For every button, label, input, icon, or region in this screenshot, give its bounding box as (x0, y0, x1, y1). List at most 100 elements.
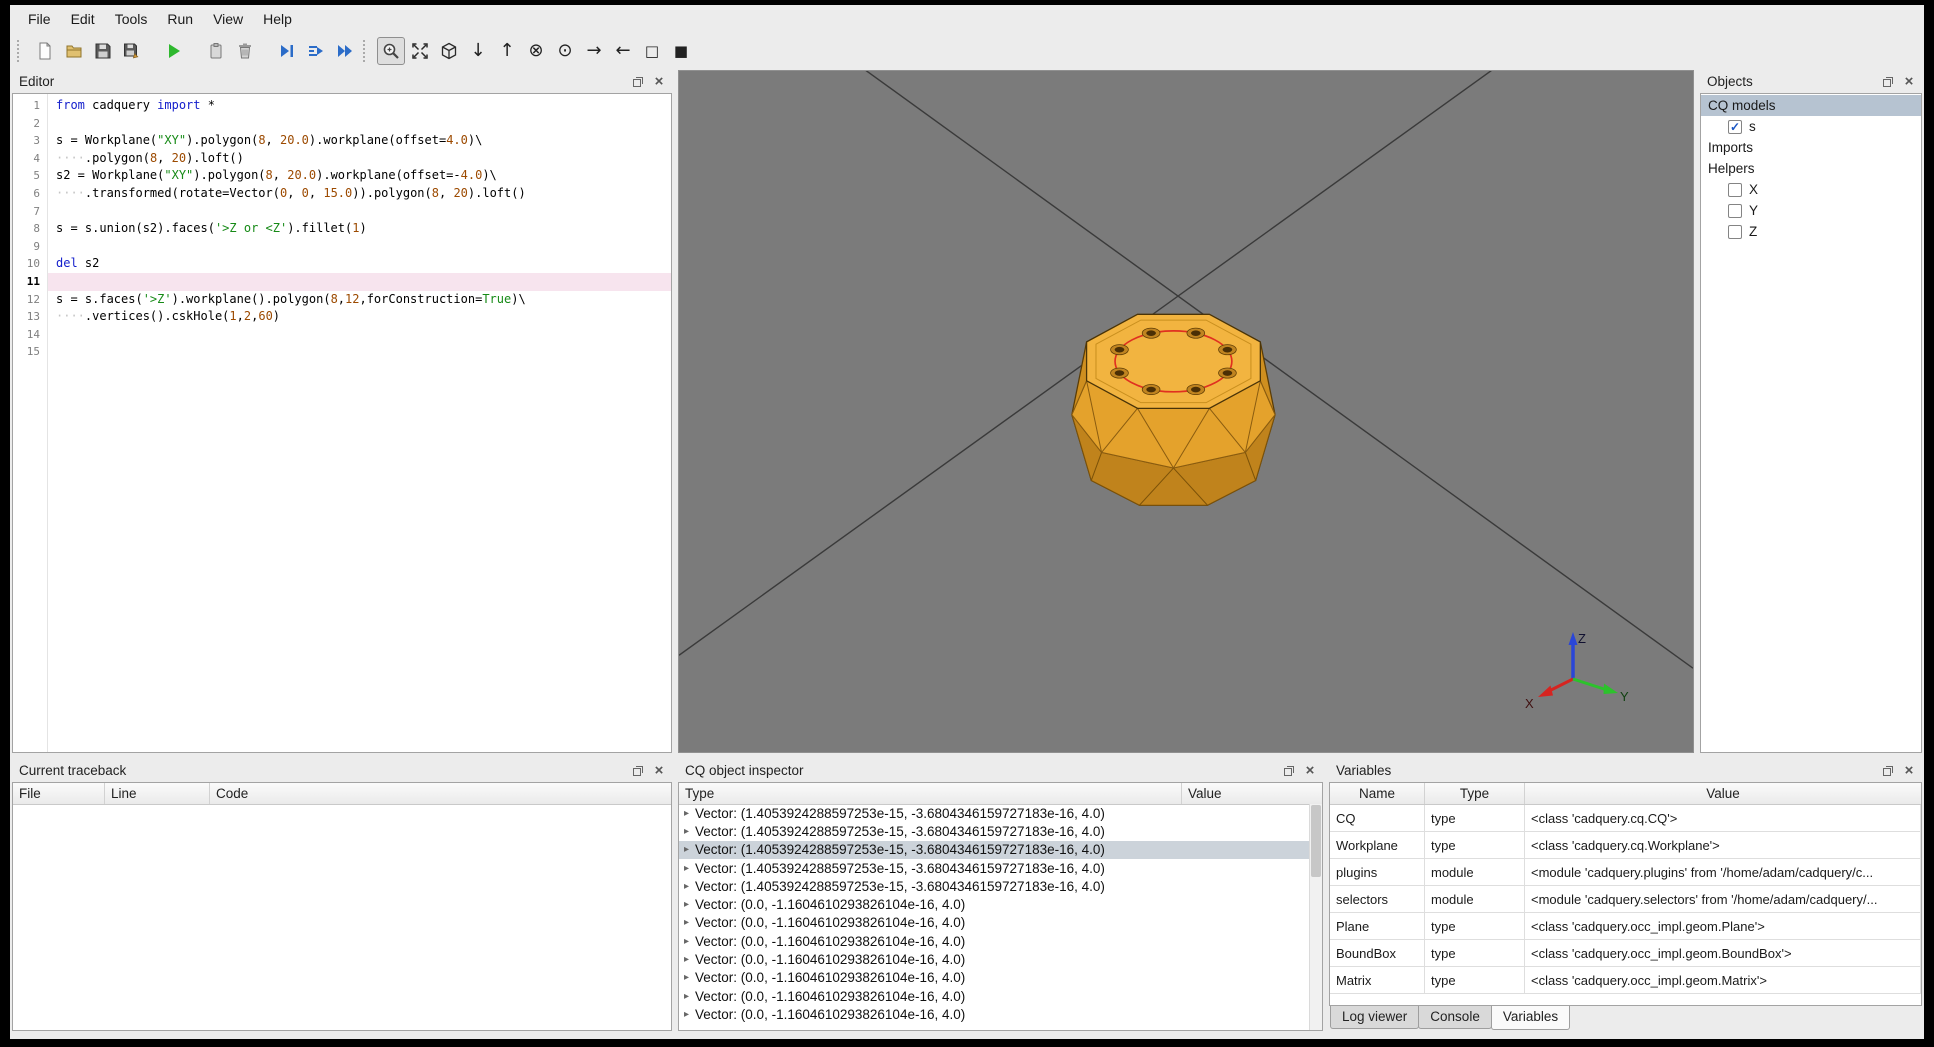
debug-step-over-button[interactable] (302, 37, 330, 65)
expand-arrow-icon[interactable]: ▸ (684, 936, 689, 947)
close-panel-icon[interactable]: × (1901, 74, 1917, 89)
tree-item-y[interactable]: Y (1701, 200, 1921, 221)
column-header-value[interactable]: Value (1525, 783, 1921, 804)
float-panel-icon[interactable] (1880, 763, 1896, 778)
close-panel-icon[interactable]: × (651, 74, 667, 89)
code-line[interactable]: s = Workplane("XY").polygon(8, 20.0).wor… (48, 132, 671, 150)
float-panel-icon[interactable] (1281, 763, 1297, 778)
tree-item-x[interactable]: X (1701, 179, 1921, 200)
expand-arrow-icon[interactable]: ▸ (684, 972, 689, 983)
column-header-file[interactable]: File (13, 783, 105, 804)
float-panel-icon[interactable] (630, 74, 646, 89)
scrollbar-track[interactable] (1309, 804, 1322, 1030)
code-line[interactable]: from cadquery import * (48, 97, 671, 115)
code-line[interactable] (48, 272, 671, 291)
run-button[interactable] (160, 37, 188, 65)
checkbox-checked[interactable]: ✓ (1728, 119, 1742, 134)
code-line[interactable] (48, 326, 671, 344)
inspector-row[interactable]: ▸ Vector: (1.4053924288597253e-15, -3.680… (679, 822, 1309, 840)
tree-item-helpers[interactable]: Helpers (1701, 158, 1921, 179)
code-line[interactable]: ····.polygon(8, 20).loft() (48, 150, 671, 168)
column-header-code[interactable]: Code (210, 783, 671, 804)
checkbox-unchecked[interactable] (1728, 224, 1742, 239)
code-line[interactable] (48, 203, 671, 221)
toolbar-drag-handle[interactable] (363, 40, 370, 62)
expand-arrow-icon[interactable]: ▸ (684, 917, 689, 928)
expand-arrow-icon[interactable]: ▸ (684, 881, 689, 892)
tree-item-z[interactable]: Z (1701, 221, 1921, 242)
iso-view-button[interactable] (435, 37, 463, 65)
arrow-right-view-button[interactable]: → (580, 37, 608, 65)
inspector-row[interactable]: ▸ Vector: (0.0, -1.1604610293826104e-16, … (679, 987, 1309, 1005)
tree-item-imports[interactable]: Imports (1701, 137, 1921, 158)
float-panel-icon[interactable] (1880, 74, 1896, 89)
code-area[interactable]: from cadquery import * s = Workplane("XY"… (48, 94, 671, 752)
tab-variables[interactable]: Variables (1490, 1006, 1571, 1030)
checkbox-unchecked[interactable] (1728, 182, 1742, 197)
circle-dot-view-button[interactable]: ⊙ (551, 37, 579, 65)
tab-console[interactable]: Console (1418, 1006, 1492, 1029)
fit-view-button[interactable] (406, 37, 434, 65)
menu-view[interactable]: View (203, 8, 253, 30)
tree-item-cq-models[interactable]: CQ models (1701, 95, 1921, 116)
variables-row[interactable]: Matrix type <class 'cadquery.occ_impl.geom… (1330, 967, 1921, 994)
inspector-row[interactable]: ▸ Vector: (1.4053924288597253e-15, -3.680… (679, 840, 1309, 859)
delete-button[interactable] (231, 37, 259, 65)
variables-row[interactable]: Plane type <class 'cadquery.occ_impl.geom.… (1330, 913, 1921, 940)
save-button[interactable] (89, 37, 117, 65)
checkbox-unchecked[interactable] (1728, 203, 1742, 218)
float-panel-icon[interactable] (630, 763, 646, 778)
code-line[interactable]: del s2 (48, 255, 671, 273)
variables-row[interactable]: BoundBox type <class 'cadquery.occ_impl.ge… (1330, 940, 1921, 967)
inspector-row[interactable]: ▸ Vector: (1.4053924288597253e-15, -3.680… (679, 859, 1309, 877)
code-line[interactable]: s = s.faces('>Z').workplane().polygon(8,… (48, 291, 671, 309)
menu-run[interactable]: Run (157, 8, 203, 30)
inspector-row[interactable]: ▸ Vector: (0.0, -1.1604610293826104e-16, … (679, 914, 1309, 932)
code-line[interactable]: s2 = Workplane("XY").polygon(8, 20.0).wo… (48, 167, 671, 185)
debug-continue-button[interactable] (331, 37, 359, 65)
code-line[interactable]: ····.vertices().cskHole(1,2,60) (48, 308, 671, 326)
arrow-down-view-button[interactable]: ↓ (464, 37, 492, 65)
variables-row[interactable]: selectors module <module 'cadquery.selecto… (1330, 886, 1921, 913)
cad-model[interactable] (1036, 275, 1316, 529)
column-header-value[interactable]: Value (1182, 783, 1322, 804)
variables-row[interactable]: CQ type <class 'cadquery.cq.CQ'> (1330, 805, 1921, 832)
expand-arrow-icon[interactable]: ▸ (684, 991, 689, 1002)
column-header-type[interactable]: Type (679, 783, 1182, 804)
code-line[interactable] (48, 343, 671, 361)
column-header-line[interactable]: Line (105, 783, 210, 804)
new-file-button[interactable] (31, 37, 59, 65)
variables-row[interactable]: plugins module <module 'cadquery.plugins' … (1330, 859, 1921, 886)
circle-cross-view-button[interactable]: ⊗ (522, 37, 550, 65)
column-header-type[interactable]: Type (1425, 783, 1525, 804)
save-as-button[interactable] (118, 37, 146, 65)
menu-tools[interactable]: Tools (105, 8, 158, 30)
menu-help[interactable]: Help (253, 8, 302, 30)
tab-log-viewer[interactable]: Log viewer (1330, 1006, 1420, 1029)
viewport-3d[interactable]: Z X Y (678, 70, 1694, 753)
expand-arrow-icon[interactable]: ▸ (684, 863, 689, 874)
inspector-row[interactable]: ▸ Vector: (0.0, -1.1604610293826104e-16, … (679, 969, 1309, 987)
code-line[interactable] (48, 115, 671, 133)
expand-arrow-icon[interactable]: ▸ (684, 844, 689, 855)
zoom-button[interactable] (377, 37, 405, 65)
arrow-left-view-button[interactable]: ← (609, 37, 637, 65)
column-header-name[interactable]: Name (1330, 783, 1425, 804)
expand-arrow-icon[interactable]: ▸ (684, 808, 689, 819)
menu-edit[interactable]: Edit (61, 8, 105, 30)
code-line[interactable]: ····.transformed(rotate=Vector(0, 0, 15.… (48, 185, 671, 203)
close-panel-icon[interactable]: × (1302, 763, 1318, 778)
clipboard-button[interactable] (202, 37, 230, 65)
debug-step-button[interactable] (273, 37, 301, 65)
code-line[interactable] (48, 238, 671, 256)
expand-arrow-icon[interactable]: ▸ (684, 1009, 689, 1020)
close-panel-icon[interactable]: × (1901, 763, 1917, 778)
inspector-row[interactable]: ▸ Vector: (0.0, -1.1604610293826104e-16, … (679, 1005, 1309, 1023)
expand-arrow-icon[interactable]: ▸ (684, 826, 689, 837)
arrow-up-view-button[interactable]: ↑ (493, 37, 521, 65)
expand-arrow-icon[interactable]: ▸ (684, 899, 689, 910)
wireframe-button[interactable]: □ (638, 37, 666, 65)
variables-row[interactable]: Workplane type <class 'cadquery.cq.Workpla… (1330, 832, 1921, 859)
inspector-row[interactable]: ▸ Vector: (0.0, -1.1604610293826104e-16, … (679, 895, 1309, 913)
tree-item-s[interactable]: ✓ s (1701, 116, 1921, 137)
